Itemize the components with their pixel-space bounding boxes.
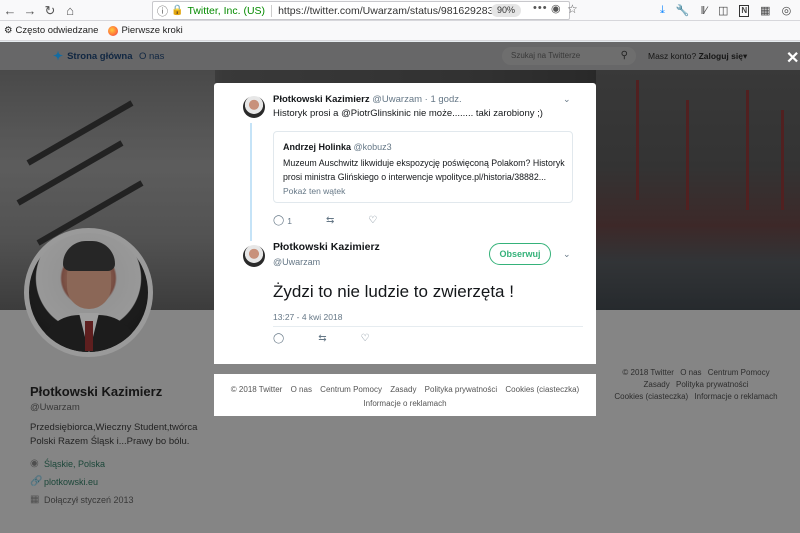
quoted-tweet-name: Andrzej Holinka [283,142,352,152]
home-icon[interactable]: ⌂ [60,0,80,21]
url-text[interactable]: https://twitter.com/Uwarzam/status/98162… [278,5,500,17]
library-icon[interactable]: ‖⁄ [701,5,707,17]
retweet-icon: ⇆ [318,333,327,344]
pocket-icon[interactable]: ◉ [551,2,561,15]
main-tweet-name[interactable]: Płotkowski Kazimierz [273,241,380,253]
forward-icon[interactable]: → [20,0,40,21]
main-tweet-text: Żydzi to nie ludzie to zwierzęta ! [273,282,514,301]
quoted-tweet-header: Andrzej Holinka @kobuz3 [283,142,392,152]
thread-connector [250,123,252,241]
close-icon[interactable]: ✕ [786,48,799,68]
chevron-down-icon[interactable]: ⌄ [563,94,571,105]
like-button[interactable]: ♡ [368,215,377,226]
reply-tweet-header: Płotkowski Kazimierz @Uwarzam · 1 godz. [273,94,462,105]
follow-button[interactable]: Obserwuj [489,243,551,265]
footer-terms-link[interactable]: Zasady [390,385,416,394]
grid-extension-icon[interactable]: ▦ [760,4,770,17]
heart-icon: ♡ [368,215,378,226]
reply-count: 1 [287,215,292,226]
bookmarks-bar: ⚙ Często odwiedzane Pierwsze kroki [0,21,800,41]
browser-extensions: ⤓ 🔧 ‖⁄ ◫ N ▦ ◎ ☰ [660,0,800,21]
footer-cookies-link[interactable]: Cookies (ciasteczka) [505,385,579,394]
main-tweet-handle[interactable]: @Uwarzam [273,257,320,267]
firefox-icon [108,25,119,36]
footer-copyright: © 2018 Twitter [230,385,283,394]
bookmark-label: Pierwsze kroki [121,25,183,36]
divider [273,326,583,327]
main-tweet-avatar[interactable] [243,245,265,267]
reply-tweet-avatar[interactable] [243,96,265,118]
bookmark-label: Często odwiedzane [15,25,99,36]
page-actions-icon[interactable]: ••• [533,2,548,14]
tweet-modal: Płotkowski Kazimierz @Uwarzam · 1 godz. … [214,83,596,364]
like-button[interactable]: ♡ [361,333,370,344]
quoted-tweet-handle: @kobuz3 [353,142,392,152]
sidebar-icon[interactable]: ◫ [718,4,728,17]
retweet-button[interactable]: ⇆ [318,333,326,344]
download-icon[interactable]: ⤓ [660,4,665,17]
reload-icon[interactable]: ↻ [40,0,60,21]
reply-button[interactable]: ◯ 1 [273,215,292,226]
retweet-button[interactable]: ⇆ [326,215,334,226]
bookmark-most-visited[interactable]: ⚙ Często odwiedzane [4,25,98,36]
reply-tweet-name[interactable]: Płotkowski Kazimierz [273,94,370,105]
n-extension-icon[interactable]: N [739,4,750,17]
info-icon[interactable]: ⓘ [157,3,168,19]
main-tweet-actions: ◯ ⇆ ♡ [273,333,404,344]
reply-icon: ◯ [273,333,285,344]
chevron-down-icon[interactable]: ⌄ [563,249,571,260]
reply-tweet-actions: ◯ 1 ⇆ ♡ [273,215,411,226]
modal-footer: © 2018 Twitter O nas Centrum Pomocy Zasa… [214,374,596,416]
footer-about-link[interactable]: O nas [291,385,312,394]
lock-icon[interactable]: 🔒 [171,5,183,16]
quoted-tweet-text: Muzeum Auschwitz likwiduje ekspozycję po… [283,158,565,182]
reply-icon: ◯ [273,215,285,226]
bookmark-star-icon[interactable]: ☆ [567,2,578,16]
reply-tweet-handle[interactable]: @Uwarzam [372,94,422,105]
reply-button[interactable]: ◯ [273,333,284,344]
back-icon[interactable]: ← [0,0,20,21]
gear-icon: ⚙ [4,25,13,36]
main-tweet-timestamp[interactable]: 13:27 - 4 kwi 2018 [273,312,342,322]
address-bar[interactable]: ⓘ 🔒 Twitter, Inc. (US) https://twitter.c… [152,1,578,20]
footer-privacy-link[interactable]: Polityka prywatności [425,385,497,394]
quoted-tweet[interactable]: Andrzej Holinka @kobuz3 Muzeum Auschwitz… [273,131,573,203]
site-identity[interactable]: Twitter, Inc. (US) [187,5,265,17]
browser-toolbar: ← → ↻ ⌂ ⓘ 🔒 Twitter, Inc. (US) https://t… [0,0,800,21]
reply-tweet-text: Historyk prosi a @PiotrGlinskinic nie mo… [273,108,543,119]
retweet-icon: ⇆ [325,215,335,226]
reply-tweet-age[interactable]: · 1 godz. [425,94,462,105]
heart-icon: ♡ [360,333,370,344]
footer-ads-link[interactable]: Informacje o reklamach [363,399,446,408]
footer-help-link[interactable]: Centrum Pomocy [320,385,382,394]
divider [271,4,273,17]
bookmark-getting-started[interactable]: Pierwsze kroki [108,25,183,36]
wrench-icon[interactable]: 🔧 [676,4,690,17]
extension-icon[interactable]: ◎ [782,4,792,17]
zoom-indicator[interactable]: 90% [491,4,522,17]
show-thread-link[interactable]: Pokaż ten wątek [283,186,345,196]
